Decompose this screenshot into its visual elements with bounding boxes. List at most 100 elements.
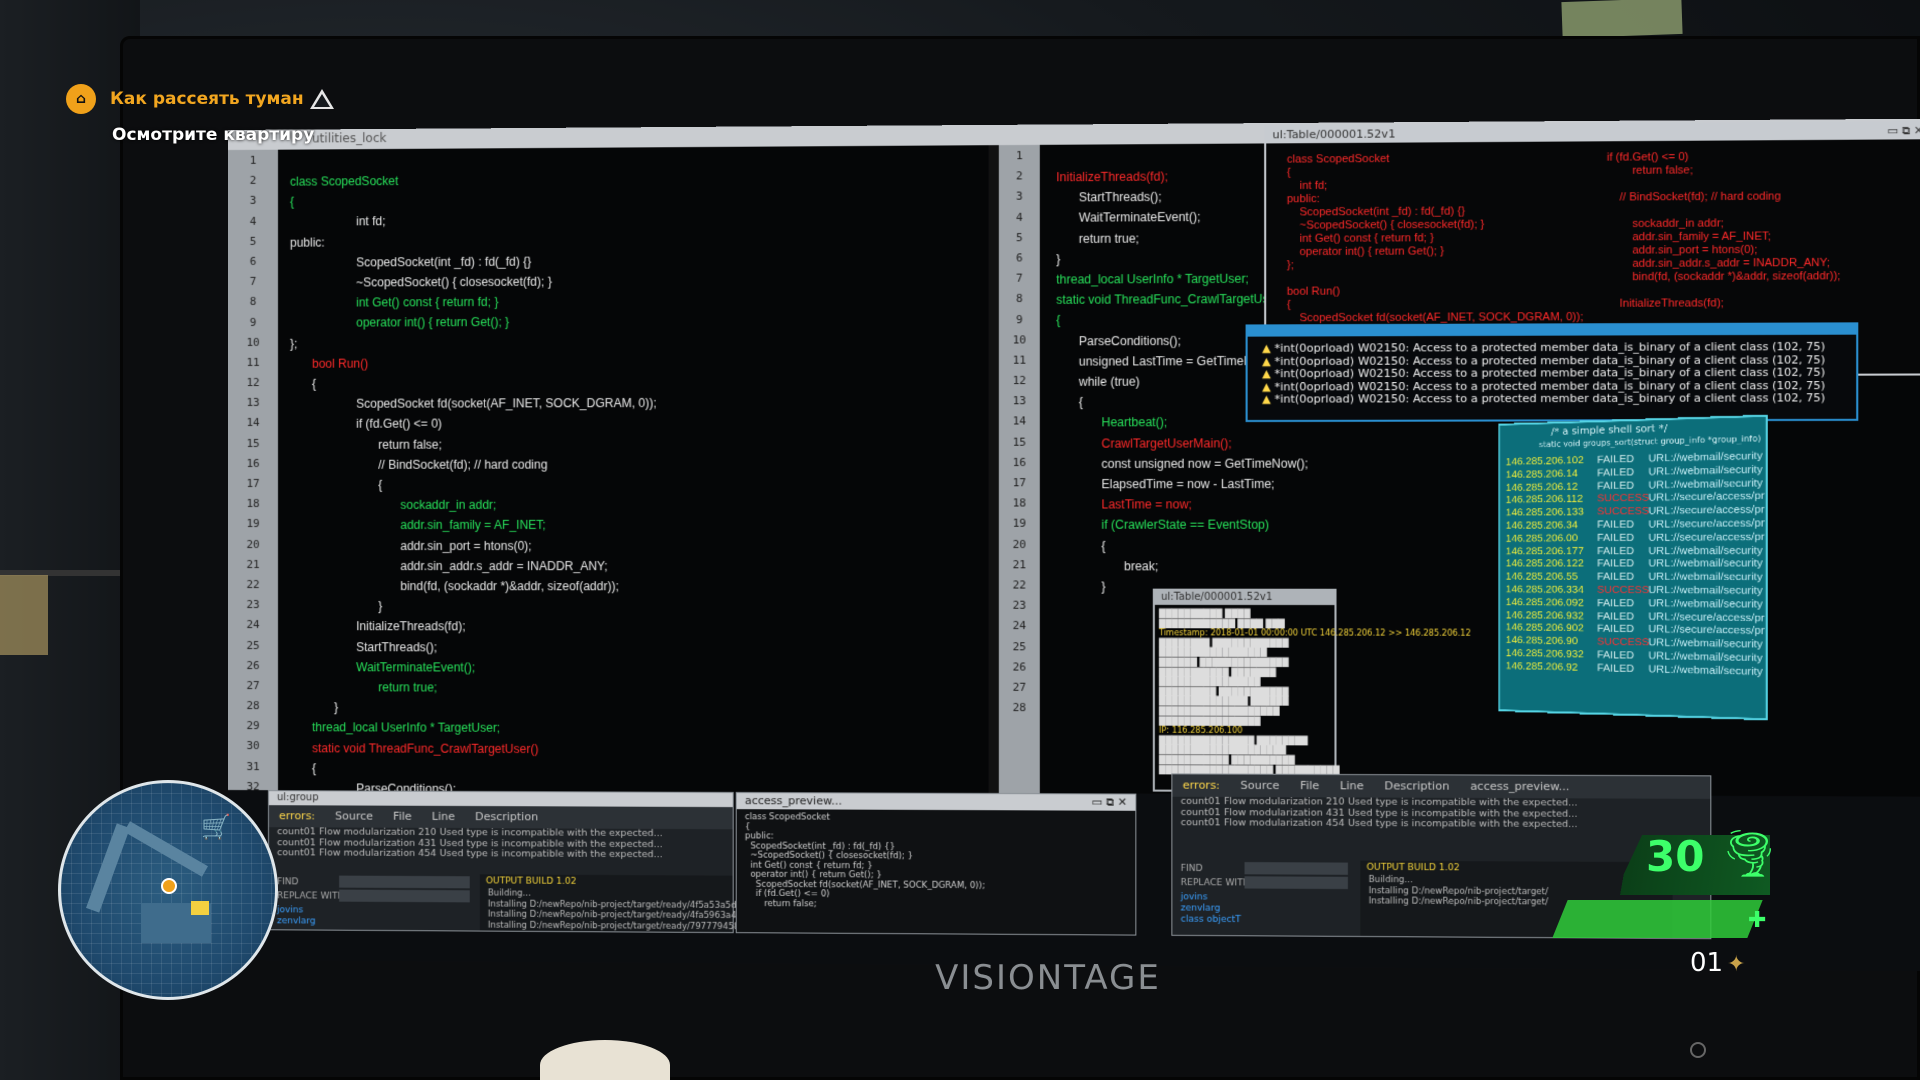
line-number: 28 xyxy=(1012,700,1027,715)
column-header[interactable]: Source xyxy=(1230,775,1290,797)
popup-titlebar[interactable]: ul:Table/000001.52v1 ▭ ⧉ ✕ xyxy=(1266,122,1920,144)
power-icon[interactable] xyxy=(1690,1042,1706,1058)
column-header[interactable]: Description xyxy=(465,806,548,827)
log-line: Timestamp: 2018-01-01 00:00:00 UTC 146.2… xyxy=(1158,628,1471,639)
triangle-button-icon xyxy=(309,89,334,109)
ammo-count: 30 xyxy=(1646,832,1705,881)
line-number: 22 xyxy=(1012,578,1027,592)
line-number: 1 xyxy=(1015,149,1023,163)
popup-title: ul:Table/000001.52v1 xyxy=(1272,127,1396,142)
column-header[interactable]: Source xyxy=(325,805,383,826)
code-line: ScopedSocket(int _fd) : fd(_fd) {} xyxy=(356,254,532,270)
access-preview-panel[interactable]: access_preview... ▭ ⧉ ✕ class ScopedSock… xyxy=(735,791,1137,936)
code-line: { xyxy=(312,376,317,391)
tag-item[interactable]: class objectT xyxy=(1181,915,1241,927)
tag-item[interactable]: zenvlarg xyxy=(277,916,316,927)
log-line: ██████ ██████████████ xyxy=(1158,657,1289,668)
ip-status: FAILED xyxy=(1597,648,1635,662)
errors-rows-right: count01 Flow modularization 210 Used typ… xyxy=(1172,796,1710,831)
log-title: ul:Table/000001.52v1 xyxy=(1161,591,1273,603)
log-titlebar[interactable]: ul:Table/000001.52v1 xyxy=(1154,590,1335,606)
quest-title: Как рассеять туман xyxy=(110,89,304,109)
column-header[interactable]: Line xyxy=(422,806,465,827)
window-controls-icon[interactable]: ▭ ⧉ ✕ xyxy=(1887,124,1920,139)
find-input-right[interactable] xyxy=(1244,862,1348,875)
line-number: 24 xyxy=(1012,619,1027,633)
tag-list: jovins zenvlarg xyxy=(277,905,316,927)
warning-icon: ▲ xyxy=(1262,367,1275,381)
replace-input[interactable] xyxy=(339,889,470,903)
line-number: 19 xyxy=(246,517,260,531)
line-number: 9 xyxy=(1015,312,1023,326)
ip-address: 146.285.206.092 xyxy=(1505,596,1584,609)
code-editor-left[interactable]: class ScopedSocket {int fd; public: ScopedS… xyxy=(290,169,657,793)
line-number: 18 xyxy=(246,497,260,511)
column-header[interactable]: errors: xyxy=(269,805,325,826)
ip-status: FAILED xyxy=(1597,596,1635,610)
log-line: ███████████████████ xyxy=(1158,706,1280,716)
column-header[interactable]: File xyxy=(383,806,422,827)
error-row[interactable]: count01 Flow modularization 454 Used typ… xyxy=(1172,817,1710,831)
code-line: LastTime = now; xyxy=(1101,497,1192,512)
column-header[interactable]: errors: xyxy=(1172,774,1230,796)
line-number: 26 xyxy=(246,658,260,672)
code-line: int Get() const { return fd; } xyxy=(356,295,499,310)
tag-item[interactable]: jovins xyxy=(277,905,316,916)
log-line: ███████████ ██████████ xyxy=(1158,754,1295,765)
ip-url: URL://webmail/security xyxy=(1648,583,1763,598)
line-number: 11 xyxy=(246,355,260,369)
ip-url: URL://webmail/security xyxy=(1648,597,1763,611)
panel-controls-icon[interactable]: ▭ ⧉ ✕ xyxy=(1083,794,1135,810)
errors-rows: count01 Flow modularization 210 Used typ… xyxy=(269,826,733,861)
monitor-brand-logo: VISIONTAGE xyxy=(935,958,1161,998)
popup-code-right: if (fd.Get() <= 0) return false; // Bind… xyxy=(1606,150,1841,310)
line-number: 12 xyxy=(246,375,260,390)
ip-row: 146.285.206.00 FAILED URL://secure/access/… xyxy=(1506,530,1766,545)
line-number: 2 xyxy=(1015,169,1023,183)
errors-panel-left[interactable]: ul:group errors: Source File Line Descriptio… xyxy=(267,790,742,934)
code-line: int fd; xyxy=(356,214,386,229)
column-header[interactable]: Description xyxy=(1374,775,1460,797)
code-line: { xyxy=(312,761,317,776)
log-window[interactable]: ul:Table/000001.52v1 ██████████ ████ ████… xyxy=(1152,588,1471,793)
code-pane-left[interactable]: 1 2 3 4 5 6 7 8 9 10 11 12 13 14 15 16 17 18 19 20 21 22 23 24 2… xyxy=(228,145,989,793)
line-number: 25 xyxy=(246,638,260,652)
line-number: 8 xyxy=(249,295,257,309)
line-number: 8 xyxy=(1015,292,1023,306)
code-line: static void ThreadFunc_CrawlTargetUser() xyxy=(312,740,539,756)
log-line: ████████████ ████ ███ xyxy=(1158,618,1285,628)
line-number: 7 xyxy=(1015,271,1023,285)
code-line: { xyxy=(378,477,383,492)
line-number: 17 xyxy=(1012,476,1027,490)
column-header[interactable]: File xyxy=(1290,775,1330,797)
line-number: 13 xyxy=(246,396,260,410)
log-list: ██████████ ████ ████████████ ████ ███ Time… xyxy=(1155,605,1471,779)
warning-icon: ▲ xyxy=(1262,379,1275,394)
ip-address: 146.285.206.112 xyxy=(1505,492,1583,507)
warning-row[interactable]: ▲ *int(0oprload) W02150: Access to a pro… xyxy=(1262,391,1856,406)
tag-item[interactable]: zenvlarg xyxy=(1181,903,1241,915)
line-number: 18 xyxy=(1012,496,1027,510)
log-line: ████████████████████ xyxy=(1158,745,1286,755)
left-tab-title: utilities_lock xyxy=(312,130,387,146)
wall-note xyxy=(0,575,48,655)
code-line: ScopedSocket fd(socket(AF_INET, SOCK_DGR… xyxy=(356,396,657,411)
column-header[interactable]: access_preview... xyxy=(1460,775,1580,797)
code-line: addr.sin_family = AF_INET; xyxy=(400,518,546,533)
ip-scan-window[interactable]: /* a simple shell sort */ static void gr… xyxy=(1497,414,1768,721)
output-line: Installing D:/newRepo/nib-project/target… xyxy=(487,920,740,932)
column-header[interactable]: Line xyxy=(1330,775,1374,797)
error-row[interactable]: count01 Flow modularization 454 Used typ… xyxy=(269,847,733,861)
output-lines: Building... Installing D:/newRepo/nib-pro… xyxy=(480,888,742,932)
ip-status: SUCCESS xyxy=(1597,583,1650,597)
line-number: 10 xyxy=(1012,333,1027,347)
line-number: 14 xyxy=(1012,414,1027,428)
ip-list: 146.285.206.102 FAILED URL://webmail/secur… xyxy=(1500,449,1766,678)
popup-code-left: class ScopedSocket { int fd; public: Sco… xyxy=(1286,152,1584,325)
tag-list-right: jovins zenvlarg class objectT xyxy=(1181,892,1241,926)
line-number: 20 xyxy=(1012,537,1027,551)
find-input[interactable] xyxy=(339,875,470,889)
warning-panel[interactable]: ▲ *int(0oprload) W02150: Access to a pro… xyxy=(1245,322,1859,423)
replace-input-right[interactable] xyxy=(1244,876,1348,890)
tag-item[interactable]: jovins xyxy=(1181,892,1241,904)
